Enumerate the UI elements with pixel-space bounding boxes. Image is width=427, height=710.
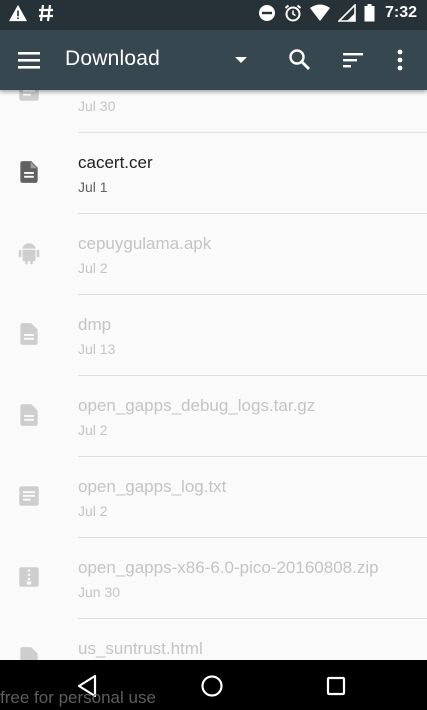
status-bar: 7:32 [0, 0, 427, 30]
menu-icon[interactable] [16, 48, 42, 72]
wifi-icon [309, 4, 330, 21]
archive-icon [19, 567, 39, 587]
more-options-icon[interactable] [389, 46, 411, 74]
file-name: cacert.cer [78, 153, 153, 172]
file-icon [20, 161, 38, 183]
do-not-disturb-icon [258, 5, 275, 21]
recents-icon[interactable] [324, 674, 348, 698]
file-row[interactable]: open_gapps_log.txt Jul 2 [0, 457, 427, 538]
status-left-icons [8, 4, 54, 22]
file-date: Jul 30 [78, 98, 116, 114]
file-row[interactable]: us_suntrust.html [0, 619, 427, 660]
file-row[interactable]: cepuygulama.apk Jul 2 [0, 214, 427, 295]
file-list: Jul 30 cacert.cer Jul 1 cepuygulama.apk … [0, 90, 427, 660]
status-right-icons: 7:32 [258, 4, 417, 22]
file-name: open_gapps-x86-6.0-pico-20160808.zip [78, 558, 379, 577]
file-name: open_gapps_debug_logs.tar.gz [78, 396, 316, 415]
file-name: cepuygulama.apk [78, 234, 212, 253]
file-row[interactable]: dmp Jul 13 [0, 295, 427, 376]
warning-icon [9, 4, 27, 22]
file-date: Jul 2 [78, 260, 108, 276]
text-file-icon [19, 486, 39, 506]
file-date: Jun 30 [78, 584, 121, 600]
file-date: Jul 2 [78, 503, 108, 519]
search-icon[interactable] [286, 46, 314, 74]
battery-icon [364, 4, 375, 22]
file-row[interactable]: open_gapps_debug_logs.tar.gz Jul 2 [0, 376, 427, 457]
alarm-icon [284, 4, 302, 22]
home-icon[interactable] [199, 673, 225, 699]
toolbar-title[interactable]: Download [65, 47, 160, 71]
file-name: dmp [78, 315, 112, 334]
dropdown-arrow-icon[interactable] [230, 52, 252, 68]
file-icon [20, 323, 38, 345]
watermark-text: free for personal use [0, 688, 156, 707]
file-date: Jul 2 [78, 422, 108, 438]
file-date: Jul 13 [78, 341, 116, 357]
file-row[interactable]: Jul 30 [0, 90, 427, 133]
app-toolbar: Download [0, 30, 427, 90]
sort-icon[interactable] [340, 48, 366, 72]
file-date: Jul 1 [78, 179, 108, 195]
file-name: open_gapps_log.txt [78, 477, 227, 496]
file-icon [20, 404, 38, 426]
file-icon [20, 647, 38, 660]
android-icon [18, 243, 40, 265]
status-time: 7:32 [384, 4, 417, 21]
hash-icon [39, 4, 53, 22]
file-name: us_suntrust.html [78, 639, 203, 658]
file-row[interactable]: open_gapps-x86-6.0-pico-20160808.zip Jun… [0, 538, 427, 619]
text-file-icon [19, 90, 39, 101]
signal-icon [337, 4, 356, 22]
file-row[interactable]: cacert.cer Jul 1 [0, 133, 427, 214]
